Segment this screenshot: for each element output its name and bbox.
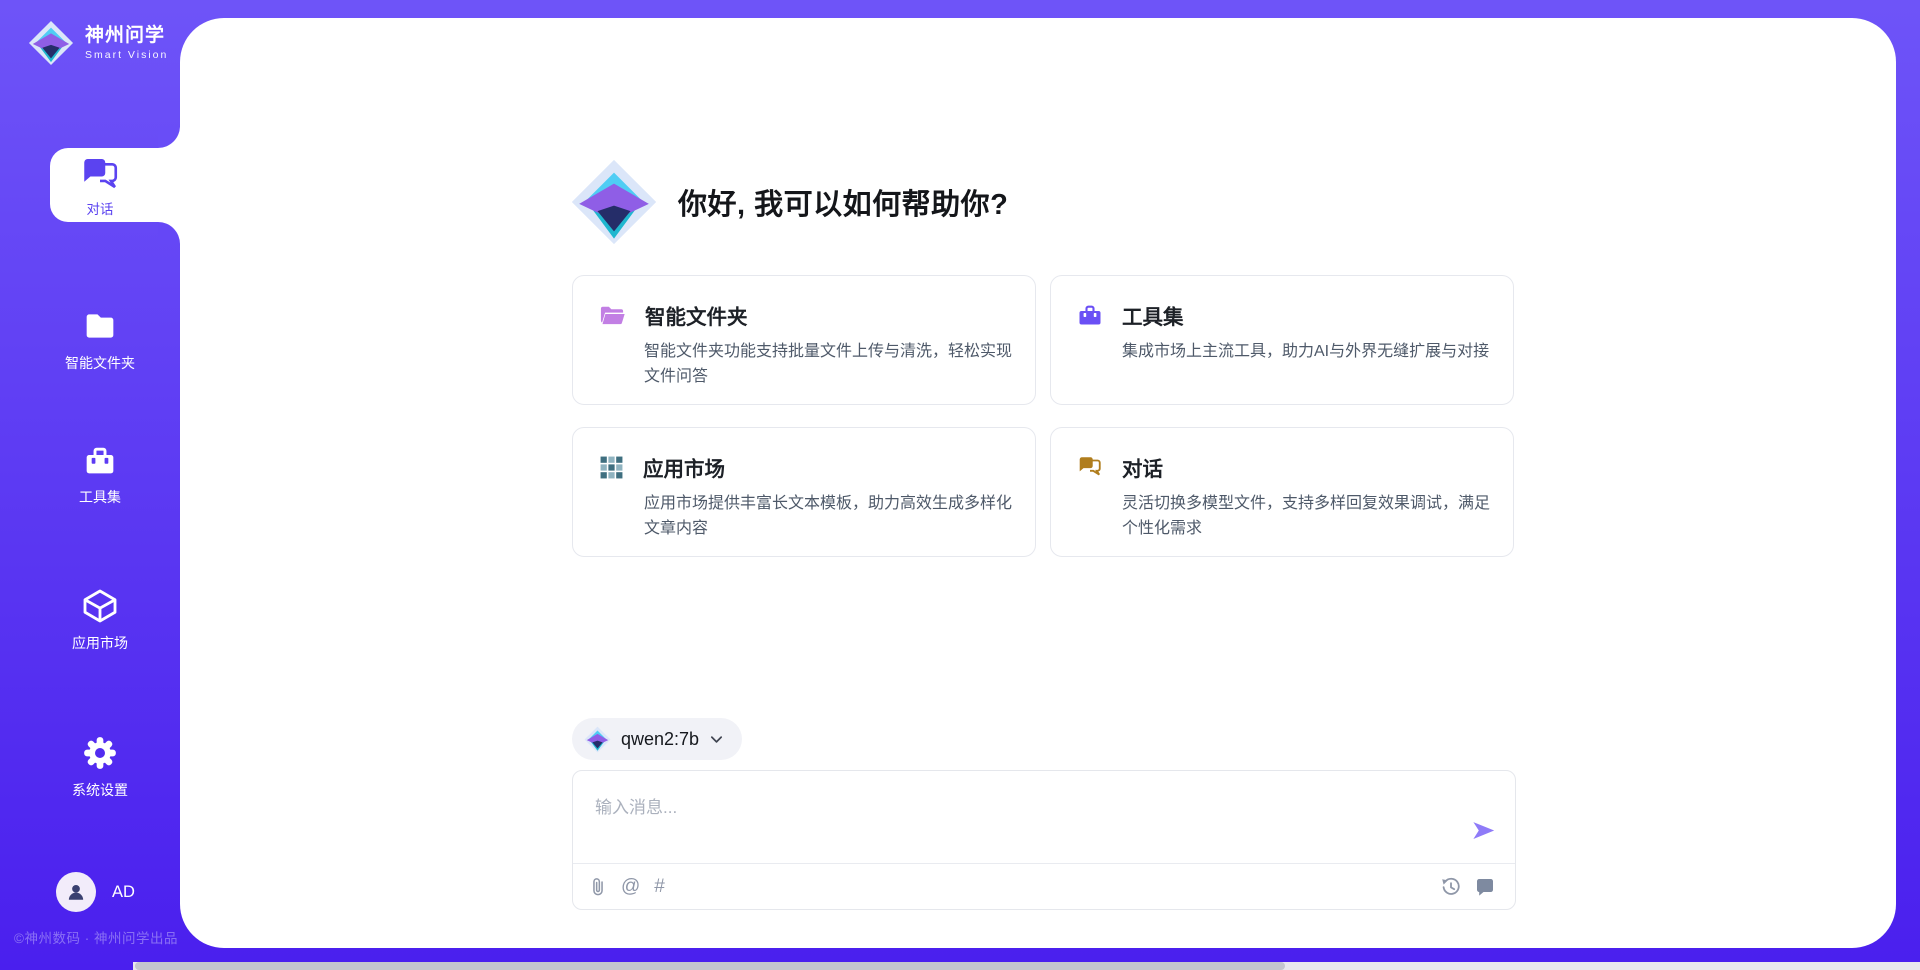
main-panel: 你好, 我可以如何帮助你? 智能文件夹 智能文件夹功能支持批量文件上传与清洗，轻…	[180, 18, 1896, 948]
card-toolset[interactable]: 工具集 集成市场上主流工具，助力AI与外界无缝扩展与对接	[1050, 275, 1514, 405]
message-composer: @ #	[572, 770, 1516, 910]
app-window: 神州问学 Smart Vision 对话 智能文件夹	[0, 0, 1920, 970]
greeting-title: 你好, 我可以如何帮助你?	[678, 181, 1008, 223]
history-icon	[1441, 877, 1461, 897]
chat-icon	[79, 152, 121, 194]
gear-icon	[80, 733, 120, 773]
user-profile[interactable]: AD	[56, 872, 135, 912]
brand-subtitle: Smart Vision	[85, 49, 168, 61]
card-title: 对话	[1122, 452, 1163, 482]
message-input[interactable]	[595, 793, 1445, 847]
paperclip-icon	[589, 877, 607, 897]
card-description: 智能文件夹功能支持批量文件上传与清洗，轻松实现文件问答	[644, 339, 1017, 390]
sidebar-item-settings[interactable]: 系统设置	[20, 733, 180, 800]
model-name: qwen2:7b	[621, 729, 699, 750]
history-button[interactable]	[1441, 877, 1461, 897]
card-title: 工具集	[1122, 300, 1184, 330]
feedback-button[interactable]	[1475, 877, 1495, 897]
model-logo-icon	[584, 726, 611, 753]
sidebar-item-app-market[interactable]: 应用市场	[20, 586, 180, 653]
user-name: AD	[112, 883, 135, 902]
cube-icon	[80, 586, 120, 626]
toolbox-icon	[80, 440, 120, 480]
topic-button[interactable]: #	[654, 876, 665, 898]
active-tab-curve-top	[158, 126, 180, 148]
card-title: 应用市场	[643, 452, 725, 482]
horizontal-scrollbar-thumb[interactable]	[135, 962, 1285, 970]
person-icon	[65, 881, 87, 903]
card-description: 应用市场提供丰富长文本模板，助力高效生成多样化文章内容	[644, 491, 1017, 542]
chat-icon	[1077, 455, 1103, 479]
sidebar: 神州问学 Smart Vision 对话 智能文件夹	[0, 0, 180, 970]
feature-cards: 智能文件夹 智能文件夹功能支持批量文件上传与清洗，轻松实现文件问答 工具集 集成…	[572, 275, 1514, 557]
sidebar-item-smart-folder[interactable]: 智能文件夹	[20, 306, 180, 373]
copyright-text: ©神州数码 · 神州问学出品	[14, 927, 178, 947]
sidebar-item-label: 工具集	[79, 487, 121, 507]
avatar	[56, 872, 96, 912]
model-selector[interactable]: qwen2:7b	[572, 718, 742, 760]
brand: 神州问学 Smart Vision	[28, 20, 168, 66]
chat-bubble-icon	[1475, 877, 1495, 897]
sidebar-item-label: 应用市场	[72, 633, 128, 653]
send-button[interactable]	[1470, 817, 1497, 844]
card-smart-folder[interactable]: 智能文件夹 智能文件夹功能支持批量文件上传与清洗，轻松实现文件问答	[572, 275, 1036, 405]
toolbox-icon	[1077, 303, 1103, 327]
mention-button[interactable]: @	[621, 876, 640, 898]
card-app-market[interactable]: 应用市场 应用市场提供丰富长文本模板，助力高效生成多样化文章内容	[572, 427, 1036, 557]
active-tab-curve-bottom	[158, 222, 180, 244]
horizontal-scrollbar[interactable]	[133, 962, 1920, 970]
card-description: 集成市场上主流工具，助力AI与外界无缝扩展与对接	[1122, 339, 1495, 364]
greeting: 你好, 我可以如何帮助你?	[570, 158, 1008, 246]
sidebar-item-toolset[interactable]: 工具集	[20, 440, 180, 507]
folder-icon	[80, 306, 120, 346]
sidebar-item-label: 系统设置	[72, 780, 128, 800]
grid-icon	[599, 455, 624, 480]
attach-button[interactable]	[589, 877, 607, 897]
sidebar-item-label: 对话	[87, 198, 114, 218]
brand-logo-icon	[28, 20, 74, 66]
send-icon	[1470, 817, 1497, 844]
chevron-down-icon	[709, 732, 724, 747]
card-description: 灵活切换多模型文件，支持多样回复效果调试，满足个性化需求	[1122, 491, 1495, 542]
sidebar-item-label: 智能文件夹	[65, 353, 135, 373]
assistant-logo-icon	[570, 158, 658, 246]
composer-toolbar: @ #	[589, 864, 1495, 909]
brand-name: 神州问学	[85, 25, 168, 47]
sidebar-item-chat[interactable]: 对话	[20, 152, 180, 218]
card-chat[interactable]: 对话 灵活切换多模型文件，支持多样回复效果调试，满足个性化需求	[1050, 427, 1514, 557]
folder-open-icon	[599, 303, 626, 327]
card-title: 智能文件夹	[645, 300, 748, 330]
